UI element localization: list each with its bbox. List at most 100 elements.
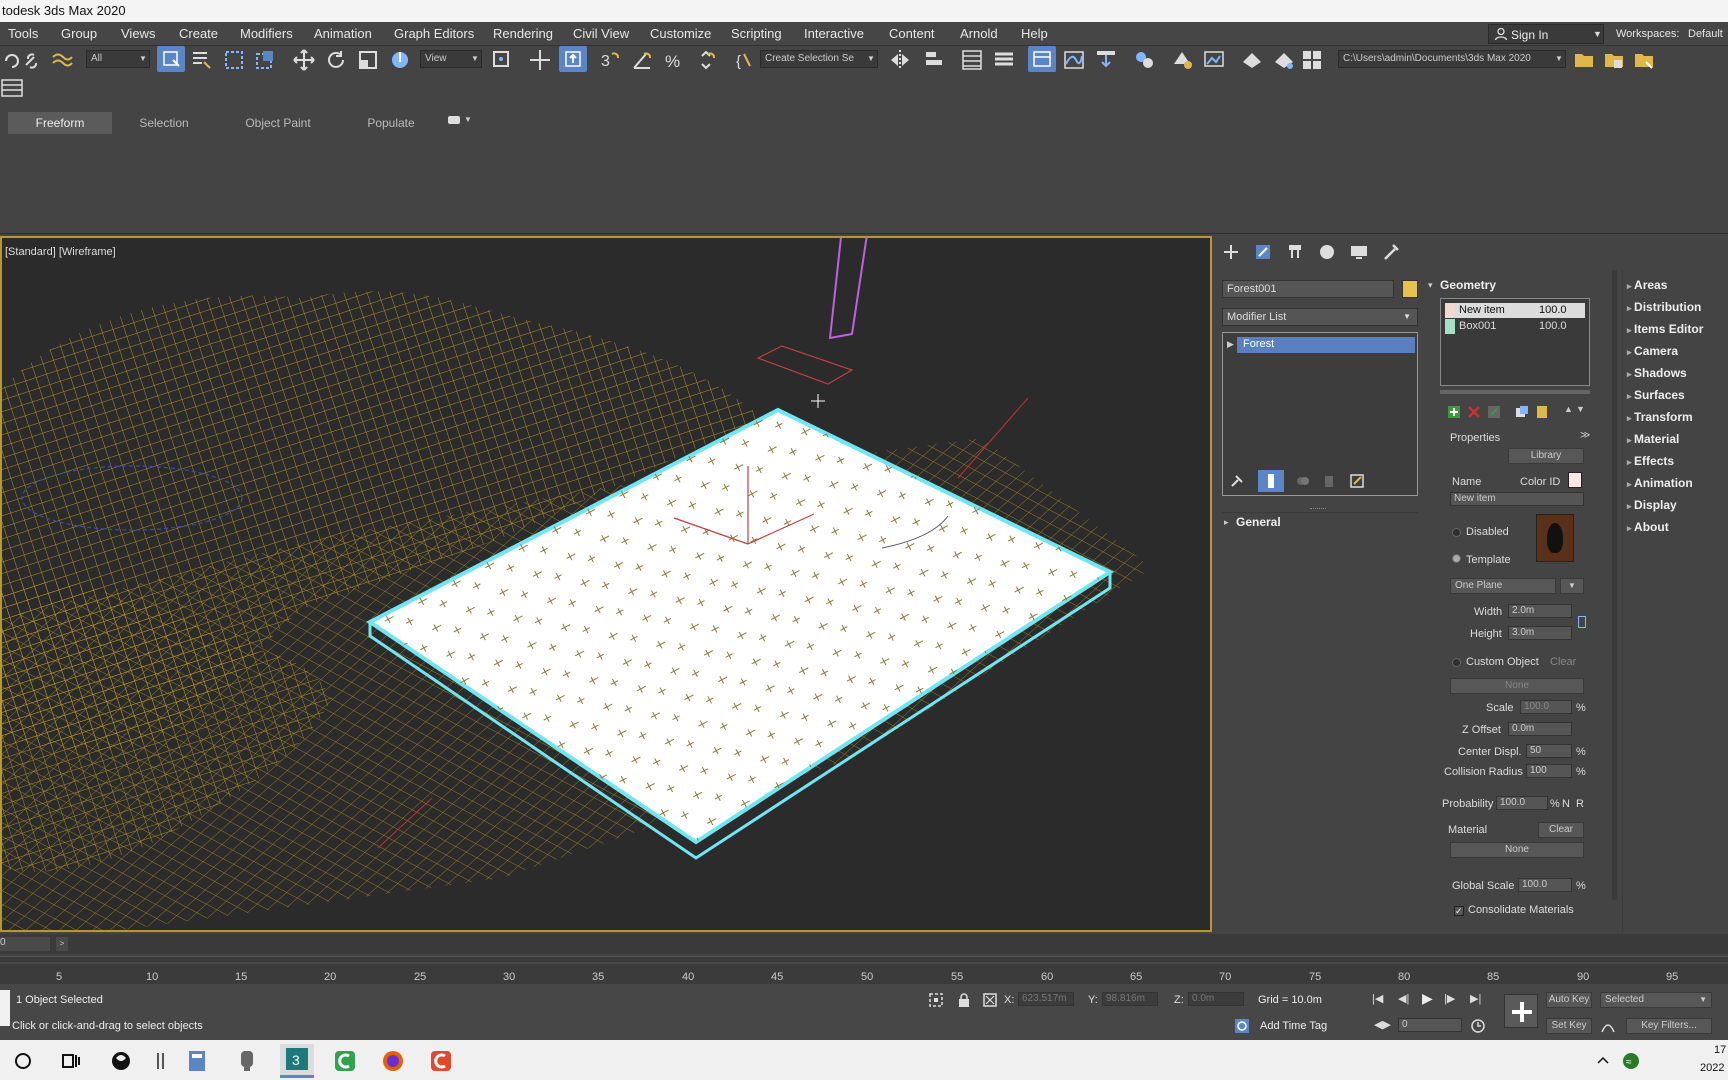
select-by-name-icon[interactable] [190,48,214,72]
layer-explorer-icon[interactable] [992,48,1016,72]
menu-customize[interactable]: Customize [650,26,711,41]
move-down-icon[interactable]: ▼ [1576,404,1585,414]
toggle-ribbon-button[interactable] [1028,46,1056,72]
disabled-radio[interactable] [1452,528,1461,537]
taskbar-clock-time[interactable]: 17 [1714,1044,1726,1056]
color-id-swatch[interactable] [1568,472,1582,488]
menu-animation[interactable]: Animation [314,26,372,41]
window-crossing-icon[interactable] [253,48,277,72]
consolidate-checkbox[interactable]: ✓ [1454,906,1464,916]
edit-item-icon[interactable] [1486,404,1502,420]
default-in-out-tangents-icon[interactable] [1600,1018,1616,1034]
reference-coordinate-dropdown[interactable]: View ▼ [420,50,482,68]
list-item[interactable]: Box001 100.0 [1445,319,1585,334]
menu-interactive[interactable]: Interactive [804,26,864,41]
named-selection-set-dropdown[interactable]: Create Selection Se ▼ [760,50,878,68]
edit-named-selection-icon[interactable]: { [734,48,758,72]
scene-explorer-icon[interactable] [960,48,984,72]
rectangular-selection-icon[interactable] [222,48,246,72]
menu-scripting[interactable]: Scripting [731,26,782,41]
menu-rendering[interactable]: Rendering [493,26,553,41]
render-in-cloud-icon[interactable] [1300,48,1324,72]
object-color-swatch[interactable] [1402,280,1418,298]
track-bar[interactable]: 5 10 15 20 25 30 35 40 45 50 55 60 65 70… [0,956,1728,984]
panel-divider-grip[interactable] [1310,508,1326,510]
list-scrollbar[interactable] [1440,390,1590,394]
rollout-shadows[interactable]: ▸ Shadows [1627,366,1687,380]
menu-create[interactable]: Create [179,26,218,41]
height-spinner[interactable]: 3.0m [1508,626,1572,640]
copy-item-icon[interactable] [1514,404,1530,420]
probability-r-button[interactable]: R [1576,798,1584,810]
width-spinner[interactable]: 2.0m [1508,604,1572,618]
center-displ-spinner[interactable]: 50 [1526,744,1572,758]
open-folder-icon[interactable] [1572,48,1596,72]
menu-content[interactable]: Content [889,26,935,41]
task-view-icon[interactable] [58,1048,84,1074]
rollout-camera[interactable]: ▸ Camera [1627,344,1678,358]
mirror-icon[interactable] [888,48,912,72]
search-icon[interactable] [10,1048,36,1074]
make-unique-icon[interactable] [1294,472,1312,490]
custom-object-radio[interactable] [1452,658,1461,667]
expand-triangle-icon[interactable]: ▶ [1227,339,1234,350]
pivot-center-icon[interactable] [490,48,514,72]
network-icon[interactable]: ≈ [1622,1052,1640,1070]
schematic-view-icon[interactable] [1094,48,1118,72]
photo-app-icon[interactable] [108,1048,134,1074]
lock-aspect-icon[interactable] [1578,616,1586,628]
move-icon[interactable] [292,48,316,72]
custom-object-clear[interactable]: Clear [1550,656,1576,668]
collapse-icon[interactable]: ≫ [1580,430,1590,441]
percent-snap-icon[interactable]: % [662,48,686,72]
recorder-app-icon[interactable] [234,1048,260,1074]
spinner-snap-icon[interactable] [694,48,718,72]
rollout-distribution[interactable]: ▸ Distribution [1627,300,1701,314]
go-to-start-icon[interactable]: |◀ [1372,992,1383,1005]
tab-populate[interactable]: Populate [346,112,436,134]
project-folder-dropdown[interactable]: C:\Users\admin\Documents\3ds Max 2020 ▼ [1338,50,1566,68]
plane-type-dropdown[interactable]: One Plane [1450,578,1556,594]
menu-graph-editors[interactable]: Graph Editors [394,26,474,41]
menu-arnold[interactable]: Arnold [960,26,998,41]
tab-object-paint[interactable]: Object Paint [226,112,330,134]
ribbon-options-button[interactable]: ▼ [446,115,474,130]
key-set-dropdown[interactable]: Selected ▼ [1600,992,1712,1008]
set-key-button[interactable]: Set Key [1546,1018,1592,1034]
library-button[interactable]: Library [1508,448,1584,464]
rendered-frame-window-icon[interactable] [1202,48,1226,72]
scale-icon[interactable] [356,48,380,72]
global-scale-spinner[interactable]: 100.0 [1518,878,1572,892]
time-configuration-icon[interactable] [1470,1018,1486,1034]
set-keys-button[interactable] [1504,994,1538,1028]
place-icon[interactable] [388,48,412,72]
time-slider[interactable]: 0 > [0,934,1728,954]
general-rollout-header[interactable]: ▸ General [1222,512,1418,530]
menu-group[interactable]: Group [61,26,97,41]
current-frame-field[interactable]: 0 [1398,1018,1462,1032]
y-coordinate-field[interactable]: 98.816m [1102,992,1158,1006]
z-offset-spinner[interactable]: 0.0m [1508,722,1572,736]
project-settings-icon[interactable] [1632,48,1656,72]
3ds-max-taskbar-button[interactable]: 3 [280,1044,314,1078]
paste-item-icon[interactable] [1534,404,1550,420]
plane-type-arrow[interactable]: ▼ [1560,578,1584,594]
time-slider-handle[interactable]: 0 [0,937,50,951]
panel-scrollbar[interactable] [1612,270,1617,900]
link-icon[interactable] [20,49,44,73]
template-radio[interactable] [1452,554,1461,563]
pin-stack-icon[interactable] [1228,472,1246,490]
modify-tab-icon[interactable] [1252,242,1274,262]
align-icon[interactable] [922,48,946,72]
command-panel-toggle-icon[interactable] [0,76,24,100]
sign-in-button[interactable]: Sign In ▼ [1488,24,1604,44]
select-object-button[interactable] [157,46,185,72]
maxscript-listener-mini[interactable] [0,990,10,1026]
display-tab-icon[interactable] [1348,242,1370,262]
move-up-icon[interactable]: ▲ [1564,404,1573,414]
motion-tab-icon[interactable] [1316,242,1338,262]
render-production-icon[interactable] [1240,48,1264,72]
go-to-end-icon[interactable]: ▶| [1470,992,1481,1005]
rollout-animation[interactable]: ▸ Animation [1627,476,1693,490]
item-name-field[interactable]: New item [1450,492,1584,506]
